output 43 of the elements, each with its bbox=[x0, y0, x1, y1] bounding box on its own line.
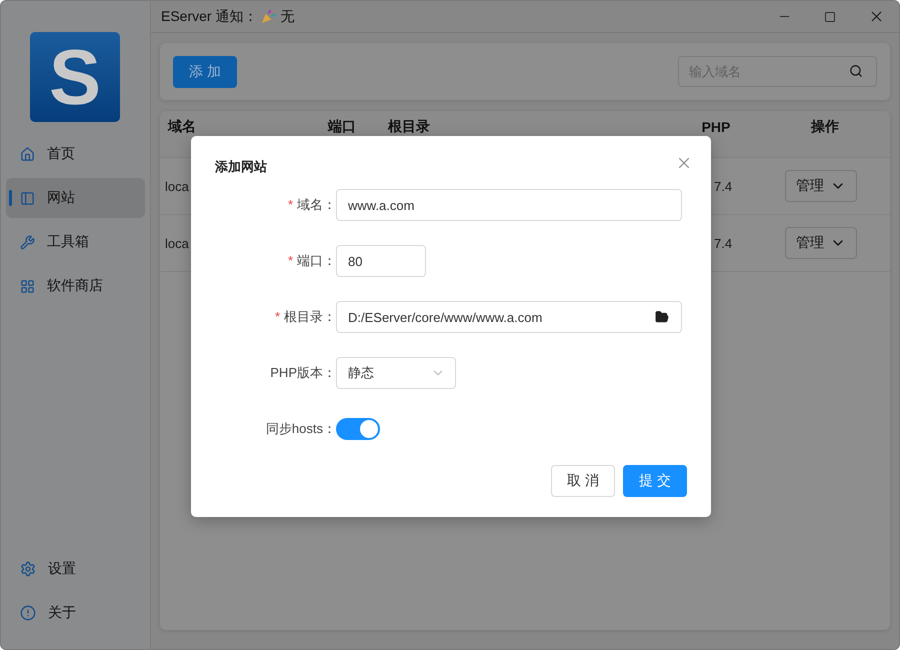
sidebar-item[interactable]: 首页 bbox=[6, 134, 145, 174]
field-label: PHP版本： bbox=[269, 364, 336, 382]
sidebar-item[interactable]: 设置 bbox=[6, 549, 145, 589]
sidebar-item[interactable]: 工具箱 bbox=[6, 222, 145, 262]
manage-dropdown[interactable]: 管理 bbox=[785, 227, 857, 259]
info-icon bbox=[20, 605, 36, 621]
column-header: 域名 bbox=[166, 118, 197, 136]
field-label: 同步hosts： bbox=[264, 420, 336, 438]
column-header: 根目录 bbox=[386, 118, 431, 136]
dialog-title: 添加网站 bbox=[215, 158, 267, 176]
table-cell-text: loca bbox=[164, 236, 190, 250]
panel-icon bbox=[20, 190, 35, 206]
notification-text: 无 bbox=[280, 8, 294, 26]
field-label: * 端口： bbox=[286, 252, 336, 270]
hosts-switch[interactable] bbox=[336, 418, 380, 440]
wrench-icon bbox=[20, 234, 35, 250]
sidebar-item[interactable]: 关于 bbox=[6, 593, 145, 633]
table-cell-text: 7.4 bbox=[713, 178, 734, 194]
home-icon bbox=[20, 146, 35, 162]
field-label: * 域名： bbox=[286, 196, 336, 214]
grid-icon bbox=[20, 278, 35, 294]
gear-icon bbox=[20, 561, 36, 577]
submit-button[interactable]: 提 交 bbox=[623, 465, 687, 497]
column-header: 操作 bbox=[810, 118, 840, 136]
php-version-select[interactable]: 静态 bbox=[336, 357, 456, 389]
notification-label: EServer 通知： bbox=[161, 8, 258, 26]
sidebar-item[interactable]: 软件商店 bbox=[6, 266, 145, 306]
port-input[interactable]: 80 bbox=[336, 245, 426, 277]
cancel-button[interactable]: 取 消 bbox=[551, 465, 615, 497]
add-button[interactable]: 添 加 bbox=[173, 56, 237, 88]
column-header: 端口 bbox=[326, 118, 357, 136]
party-popper-icon bbox=[261, 9, 276, 24]
search-icon[interactable] bbox=[849, 64, 863, 78]
app-logo: S bbox=[30, 32, 120, 122]
column-header: PHP bbox=[700, 119, 732, 135]
path-input[interactable]: D:/EServer/core/www/www.a.com bbox=[336, 301, 682, 333]
table-cell-text: 7.4 bbox=[713, 236, 734, 250]
domain-input[interactable]: www.a.com bbox=[336, 189, 682, 221]
maximize-icon[interactable] bbox=[824, 10, 836, 22]
manage-dropdown[interactable]: 管理 bbox=[785, 170, 857, 202]
sidebar-item[interactable]: 网站 bbox=[6, 178, 145, 218]
table-cell-text: loca bbox=[164, 178, 190, 194]
field-label: * 根目录： bbox=[274, 308, 336, 326]
